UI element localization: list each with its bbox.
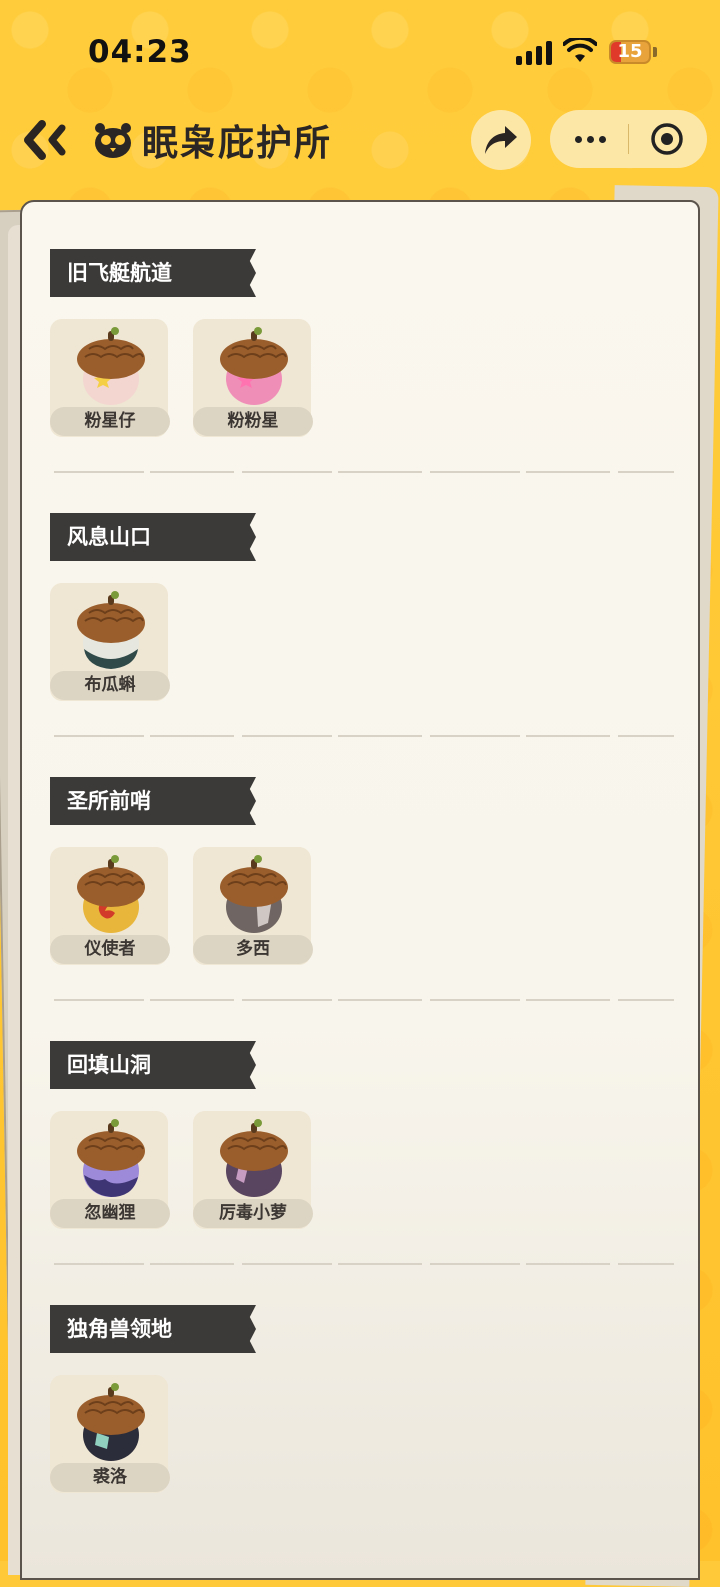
battery-level: 15 — [617, 41, 643, 62]
creature-card[interactable]: 忽幽狸 — [50, 1111, 170, 1229]
acorn-icon — [77, 327, 145, 405]
creature-card[interactable]: 厉毒小萝 — [193, 1111, 313, 1229]
acorn-icon — [77, 855, 145, 933]
creature-card[interactable]: 裘洛 — [50, 1375, 170, 1493]
battery-icon: 15 — [609, 40, 651, 64]
status-time: 04:23 — [88, 34, 192, 70]
nav-title: 眠枭庇护所 — [92, 116, 332, 164]
section-divider — [54, 999, 674, 1001]
creature-name: 厉毒小萝 — [193, 1199, 313, 1228]
creature-name: 粉星仔 — [50, 407, 170, 436]
capsule-divider — [628, 124, 629, 154]
acorn-icon — [77, 591, 145, 669]
acorn-icon — [220, 855, 288, 933]
battery-tip — [653, 47, 657, 57]
wifi-icon — [563, 38, 597, 62]
section-title: 独角兽领地 — [67, 1317, 172, 1341]
section-title: 圣所前哨 — [67, 789, 151, 813]
creature-name: 粉粉星 — [193, 407, 313, 436]
acorn-icon — [77, 1383, 145, 1461]
signal-icon — [516, 41, 554, 65]
owl-icon — [95, 123, 131, 158]
section-title: 风息山口 — [67, 525, 151, 549]
section-divider — [54, 1263, 674, 1265]
more-icon[interactable] — [568, 124, 612, 154]
creature-name: 多西 — [193, 935, 313, 964]
close-target-icon[interactable] — [650, 122, 684, 156]
share-button[interactable] — [471, 110, 531, 170]
acorn-icon — [220, 1119, 288, 1197]
creature-card[interactable]: 粉粉星 — [193, 319, 313, 437]
creature-name: 仪使者 — [50, 935, 170, 964]
creature-card[interactable]: 粉星仔 — [50, 319, 170, 437]
creature-card[interactable]: 多西 — [193, 847, 313, 965]
miniprogram-capsule — [550, 110, 707, 168]
section-title: 回填山洞 — [67, 1053, 151, 1077]
back-double-chevron-icon[interactable] — [22, 118, 70, 162]
section-divider — [54, 735, 674, 737]
share-arrow-icon — [485, 126, 517, 154]
creature-name: 忽幽狸 — [50, 1199, 170, 1228]
section-title: 旧飞艇航道 — [67, 261, 172, 285]
creature-card[interactable]: 仪使者 — [50, 847, 170, 965]
acorn-icon — [77, 1119, 145, 1197]
creature-name: 裘洛 — [50, 1463, 170, 1492]
creature-name: 布瓜蝌 — [50, 671, 170, 700]
creature-card[interactable]: 布瓜蝌 — [50, 583, 170, 701]
section-divider — [54, 471, 674, 473]
page-title: 眠枭庇护所 — [142, 123, 333, 164]
acorn-icon — [220, 327, 288, 405]
